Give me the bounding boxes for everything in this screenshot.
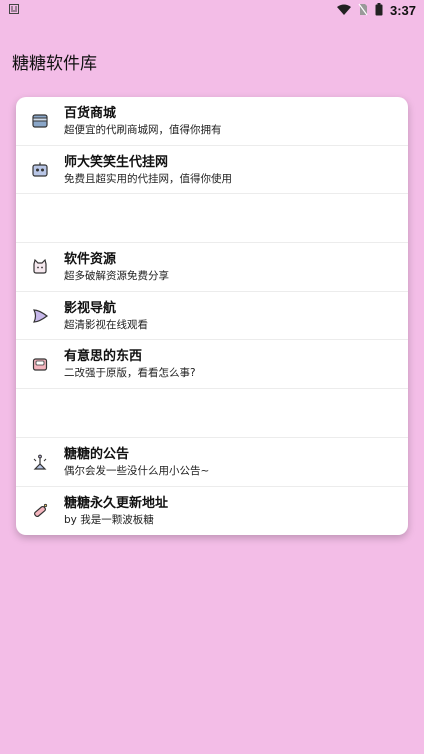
menu-item-subtitle: 二改强于原版，看看怎么事? [64,367,196,380]
cat-icon [30,257,50,277]
store-icon [30,111,50,131]
menu-spacer [16,194,408,244]
candy-icon [30,501,50,521]
menu-item-subtitle: 超多破解资源免费分享 [64,270,169,283]
app-title: 糖糖软件库 [12,54,97,74]
menu-item-title: 软件资源 [64,252,117,268]
announcement-icon [30,452,50,472]
menu-item-software[interactable]: 软件资源 超多破解资源免费分享 [16,243,408,292]
menu-item-subtitle: by 我是一颗波板糖 [64,513,154,526]
menu-item-title: 百货商城 [64,106,117,121]
menu-item-daigua[interactable]: 师大笑笑生代挂网 免费且超实用的代挂网，值得你使用 [16,146,408,195]
menu-item-title: 有意思的东西 [64,349,143,365]
gift-icon [30,354,50,374]
menu-item-video[interactable]: 影视导航 超清影视在线观看 [16,292,408,341]
menu-item-subtitle: 免费且超实用的代挂网，值得你使用 [64,172,232,185]
status-time: 3:37 [389,2,416,18]
menu-item-subtitle: 超便宜的代刷商城网，值得你拥有 [64,124,222,136]
menu-item-subtitle: 超清影视在线观看 [64,318,148,331]
menu-spacer [16,389,408,438]
status-bar: 3:37 [0,0,424,20]
menu-item-notice[interactable]: 糖糖的公告 偶尔会发一些没什么用小公告~ [16,438,408,487]
menu-item-title: 师大笑笑生代挂网 [64,154,169,170]
wifi-icon [336,1,351,20]
menu-item-fun[interactable]: 有意思的东西 二改强于原版，看看怎么事? [16,340,408,390]
battery-icon [375,1,383,20]
debug-icon [9,3,19,17]
no-sim-icon [358,1,368,20]
menu-item-title: 糖糖永久更新地址 [64,495,169,511]
menu-item-store[interactable]: 百货商城 超便宜的代刷商城网，值得你拥有 [16,97,408,146]
menu-item-title: 影视导航 [64,300,117,316]
menu-item-title: 糖糖的公告 [64,446,130,462]
menu-item-subtitle: 偶尔会发一些没什么用小公告~ [64,464,210,477]
play-icon [30,306,50,326]
menu-item-update[interactable]: 糖糖永久更新地址 by 我是一颗波板糖 [16,487,408,536]
menu-card: 百货商城 超便宜的代刷商城网，值得你拥有 师大笑笑生代挂网 免费且超实用的代挂网… [16,97,408,535]
robot-icon [30,160,50,180]
